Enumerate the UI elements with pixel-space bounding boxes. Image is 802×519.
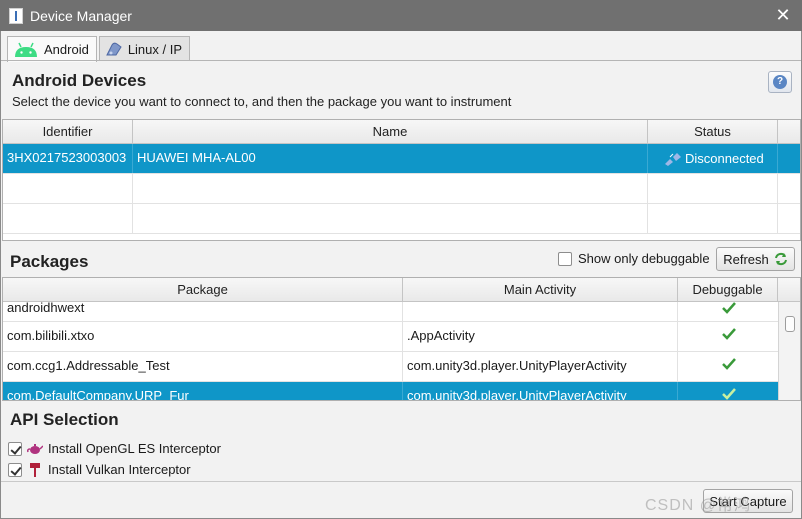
check-icon: [722, 302, 736, 314]
devices-table: Identifier Name Status 3HX0217523003003 …: [2, 119, 801, 241]
watermark: CSDN @常鸿: [644, 497, 751, 514]
column-identifier[interactable]: Identifier: [3, 120, 133, 144]
column-package[interactable]: Package: [3, 278, 403, 302]
app-icon: [9, 7, 23, 24]
android-icon: [15, 42, 37, 57]
package-row[interactable]: androidhwext: [3, 302, 780, 322]
empty-device-row: [3, 174, 800, 204]
tab-linux-ip-label: Linux / IP: [127, 41, 183, 57]
empty-cell: [133, 204, 648, 233]
vulkan-label: Install Vulkan Interceptor: [48, 462, 191, 477]
close-button[interactable]: ✕: [774, 6, 792, 24]
package-activity: com.unity3d.player.UnityPlayerActivity: [403, 352, 678, 381]
refresh-icon: [774, 252, 787, 266]
tab-linux-ip[interactable]: Linux / IP: [98, 36, 191, 61]
column-name[interactable]: Name: [133, 120, 648, 144]
package-name: androidhwext: [3, 302, 403, 321]
package-row[interactable]: com.ccg1.Addressable_Test com.unity3d.pl…: [3, 352, 780, 382]
package-activity: .AppActivity: [403, 322, 678, 351]
empty-cell: [3, 204, 133, 233]
package-row[interactable]: com.bilibili.xtxo .AppActivity: [3, 322, 780, 352]
package-name: com.ccg1.Addressable_Test: [3, 352, 403, 381]
package-name: com.DefaultCompany.URP_Fur: [3, 382, 403, 400]
package-name: com.bilibili.xtxo: [3, 322, 403, 351]
vulkan-checkbox[interactable]: [8, 462, 22, 477]
disconnected-plug-icon: [665, 152, 681, 166]
title-bar: Device Manager ✕: [0, 0, 802, 31]
column-filler: [778, 120, 800, 144]
packages-title: Packages: [10, 252, 89, 271]
opengl-checkbox[interactable]: [8, 441, 22, 456]
hammer-icon: [30, 462, 40, 477]
device-row[interactable]: 3HX0217523003003 HUAWEI MHA-AL00 Disconn…: [3, 144, 800, 174]
empty-device-row: [3, 204, 800, 234]
device-status-label: Disconnected: [685, 150, 764, 166]
empty-cell: [648, 204, 778, 233]
linux-ip-icon: [106, 42, 122, 56]
packages-table: Package Main Activity Debuggable android…: [2, 277, 801, 401]
show-debuggable-toggle[interactable]: Show only debuggable: [558, 251, 710, 266]
device-name: HUAWEI MHA-AL00: [133, 144, 648, 173]
footer-divider: [1, 481, 801, 482]
show-debuggable-checkbox[interactable]: [558, 251, 572, 266]
empty-cell: [3, 174, 133, 203]
opengl-option[interactable]: Install OpenGL ES Interceptor: [8, 441, 221, 456]
check-icon: [722, 328, 736, 340]
tab-divider: [1, 60, 801, 61]
package-row-selected[interactable]: com.DefaultCompany.URP_Fur com.unity3d.p…: [3, 382, 780, 400]
package-debuggable: [678, 322, 780, 351]
opengl-label: Install OpenGL ES Interceptor: [48, 441, 221, 456]
refresh-label: Refresh: [723, 251, 769, 267]
packages-table-header: Package Main Activity Debuggable: [3, 278, 800, 302]
package-activity: com.unity3d.player.UnityPlayerActivity: [403, 382, 678, 400]
tab-android[interactable]: Android: [7, 36, 97, 62]
device-status: Disconnected: [648, 144, 778, 173]
vulkan-option[interactable]: Install Vulkan Interceptor: [8, 462, 191, 477]
devices-title: Android Devices: [12, 71, 147, 90]
row-filler: [778, 144, 800, 173]
check-icon: [722, 388, 736, 400]
tab-strip: Android Linux / IP: [7, 36, 192, 62]
package-debuggable: [678, 302, 780, 321]
column-status[interactable]: Status: [648, 120, 778, 144]
help-icon: ?: [773, 75, 787, 89]
api-title: API Selection: [10, 410, 119, 429]
refresh-button[interactable]: Refresh: [716, 247, 795, 271]
package-activity: [403, 302, 678, 321]
empty-cell: [133, 174, 648, 203]
device-identifier: 3HX0217523003003: [3, 144, 133, 173]
devices-table-header: Identifier Name Status: [3, 120, 800, 144]
scrollbar-thumb[interactable]: [785, 316, 795, 332]
teapot-icon: [27, 443, 43, 454]
window-title: Device Manager: [30, 7, 132, 24]
tab-android-label: Android: [44, 42, 89, 57]
package-debuggable: [678, 352, 780, 381]
devices-subtitle: Select the device you want to connect to…: [12, 94, 512, 109]
help-button[interactable]: ?: [768, 71, 792, 93]
show-debuggable-label: Show only debuggable: [578, 251, 710, 266]
packages-scrollbar[interactable]: [778, 302, 800, 400]
empty-cell: [648, 174, 778, 203]
device-manager-window: Android Linux / IP Android Devices Selec…: [0, 31, 802, 519]
column-main-activity[interactable]: Main Activity: [403, 278, 678, 302]
check-icon: [722, 358, 736, 370]
package-debuggable: [678, 382, 780, 400]
column-debuggable[interactable]: Debuggable: [678, 278, 778, 302]
